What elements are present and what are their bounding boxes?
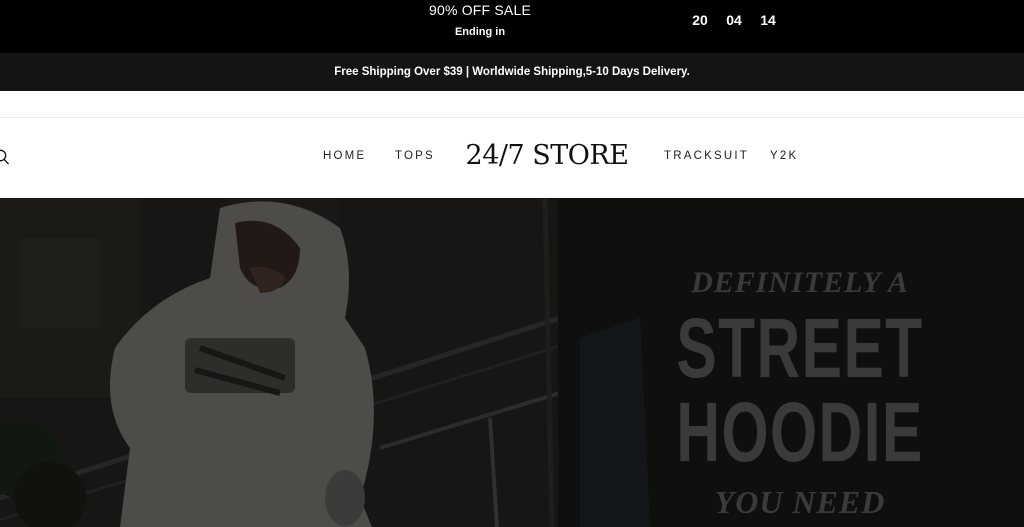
header-spacer	[0, 91, 1024, 118]
nav-tracksuit[interactable]: TRACKSUIT	[664, 150, 749, 162]
nav-y2k[interactable]: Y2K	[770, 150, 798, 162]
ending-text: Ending in	[454, 26, 506, 38]
hero-banner[interactable]: DEFINITELY A STREET HOODIE YOU NEED	[0, 198, 1024, 527]
site-header: HOME TOPS 24/7 STORE TRACKSUIT Y2K	[0, 118, 1024, 198]
countdown-hours: 20	[692, 12, 708, 28]
hero-line-1: DEFINITELY A	[691, 266, 909, 299]
hero-line-4: YOU NEED	[714, 484, 886, 520]
store-logo[interactable]: 24/7 STORE	[462, 140, 632, 171]
sale-text: 90% OFF SALE	[429, 2, 531, 18]
nav-home[interactable]: HOME	[323, 150, 366, 162]
nav-tops[interactable]: TOPS	[395, 150, 435, 162]
countdown-timer: 20 04 14	[690, 12, 778, 28]
shipping-banner: Free Shipping Over $39 | Worldwide Shipp…	[0, 53, 1024, 91]
hero-line-2: STREET	[676, 301, 924, 395]
countdown-minutes: 04	[726, 12, 742, 28]
countdown-seconds: 14	[760, 12, 776, 28]
search-icon[interactable]	[0, 148, 10, 166]
promo-bar: 90% OFF SALE Ending in 20 04 14	[0, 0, 1024, 53]
hero-line-3: HOODIE	[676, 385, 924, 479]
